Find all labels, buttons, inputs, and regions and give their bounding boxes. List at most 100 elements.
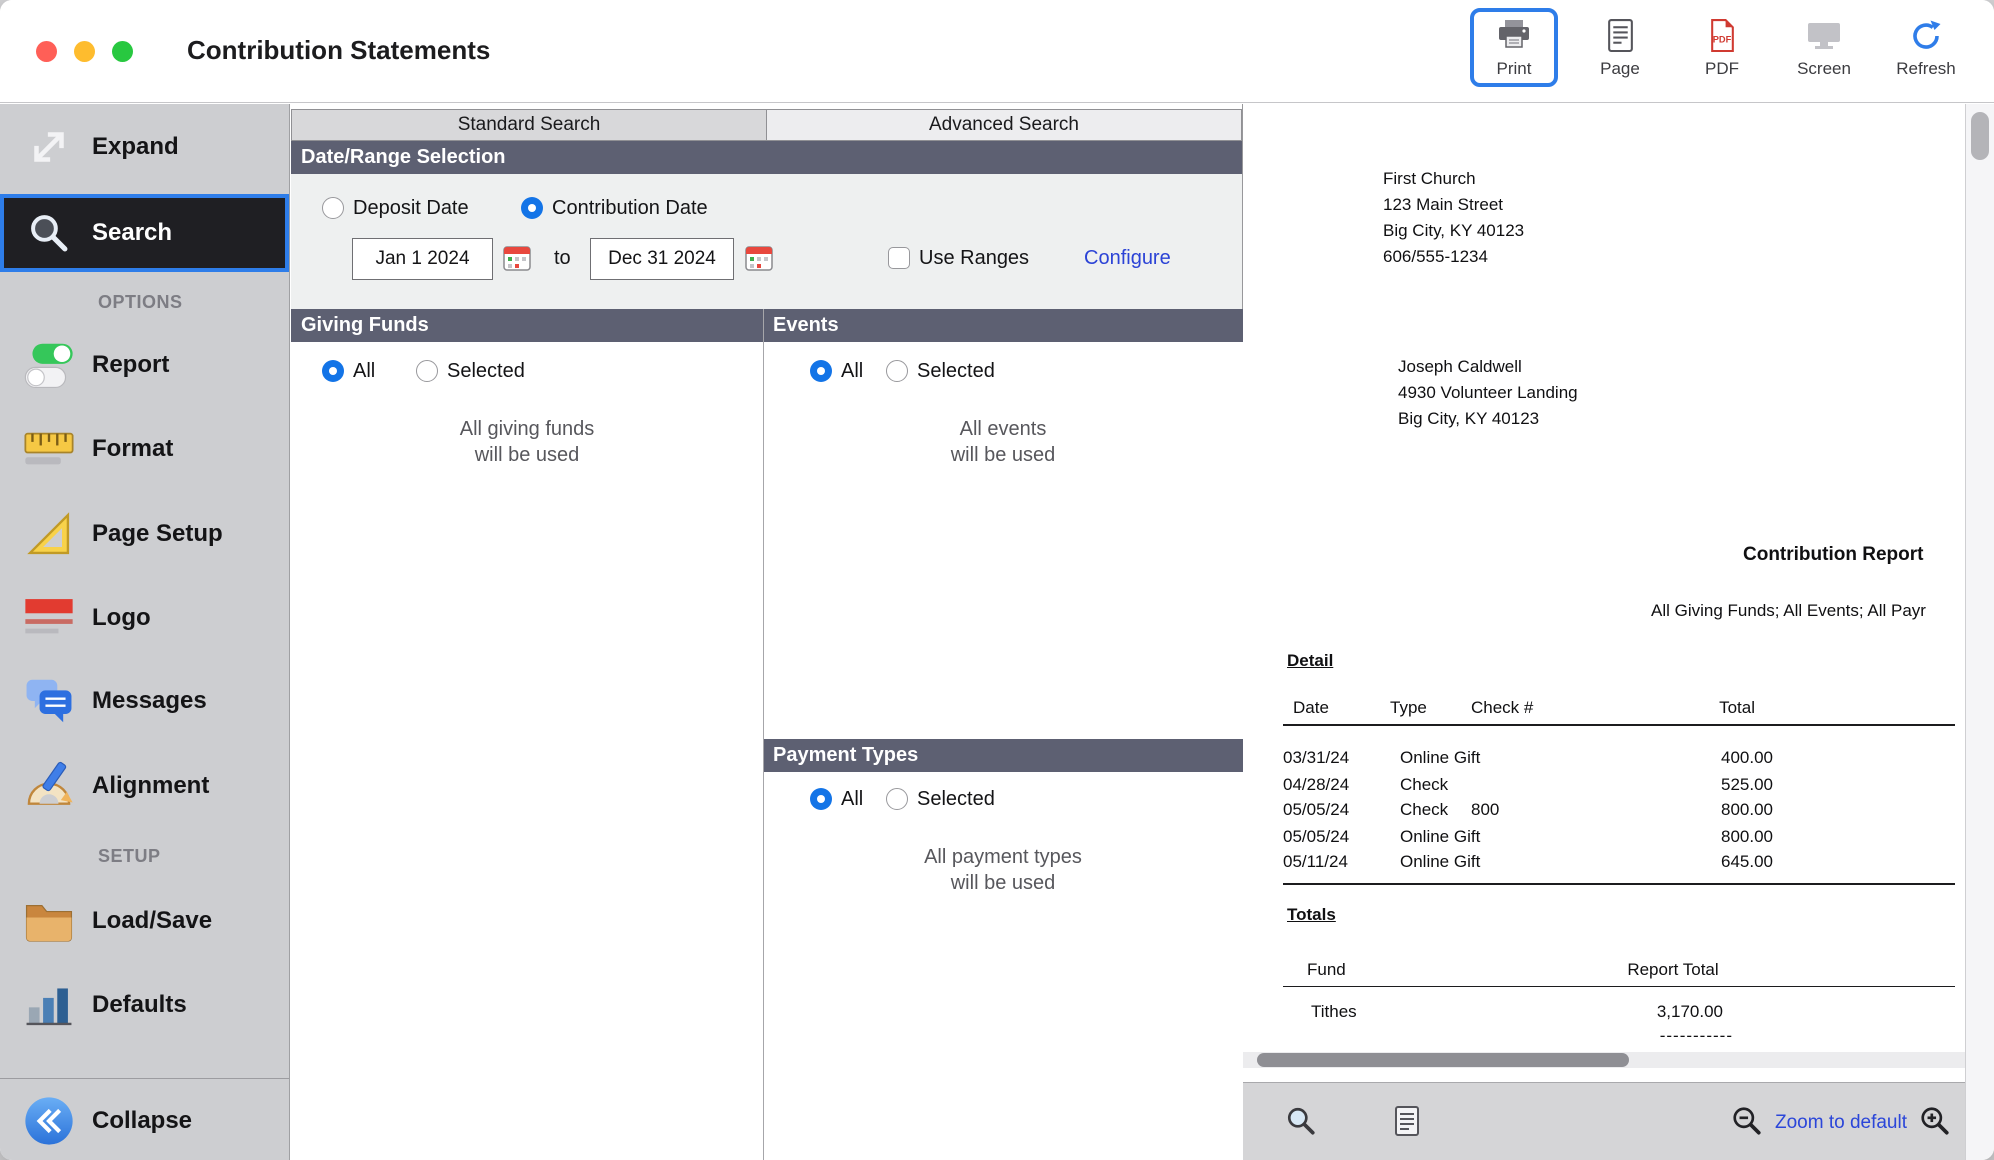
horizontal-scrollbar-thumb[interactable] bbox=[1257, 1053, 1629, 1067]
end-date-input[interactable] bbox=[590, 238, 734, 280]
col-report-total: Report Total bbox=[1543, 960, 1803, 980]
payment-types-all-radio[interactable]: All bbox=[810, 787, 863, 811]
payment-types-header: Payment Types bbox=[763, 739, 1243, 772]
vertical-scrollbar[interactable] bbox=[1965, 104, 1994, 1160]
svg-text:PDF: PDF bbox=[1712, 34, 1731, 44]
detail-row: 05/05/24 Check 800 800.00 bbox=[1243, 800, 1965, 822]
sidebar-item-expand[interactable]: Expand bbox=[0, 112, 289, 182]
start-date-input[interactable] bbox=[352, 238, 493, 280]
refresh-button[interactable]: Refresh bbox=[1886, 8, 1966, 79]
col-type: Type bbox=[1390, 698, 1427, 718]
events-selected-radio[interactable]: Selected bbox=[886, 359, 995, 383]
configure-link[interactable]: Configure bbox=[1084, 247, 1171, 270]
dashes: ----------- bbox=[1573, 1026, 1733, 1046]
cell-total: 400.00 bbox=[1643, 748, 1773, 768]
col-date: Date bbox=[1293, 698, 1329, 718]
zoom-to-default-link[interactable]: Zoom to default bbox=[1775, 1112, 1907, 1134]
deposit-date-label: Deposit Date bbox=[353, 197, 469, 220]
sidebar-item-defaults[interactable]: Defaults bbox=[0, 970, 289, 1040]
print-button[interactable]: Print bbox=[1470, 8, 1558, 87]
totals-column-headers: Fund Report Total bbox=[1243, 960, 1965, 982]
zoom-window-button[interactable] bbox=[112, 41, 133, 62]
preview-search-button[interactable] bbox=[1285, 1105, 1317, 1140]
titlebar: Contribution Statements Print bbox=[0, 0, 1994, 103]
cell-date: 05/05/24 bbox=[1283, 800, 1349, 820]
pdf-button[interactable]: PDF PDF bbox=[1682, 8, 1762, 79]
recipient-address: Joseph Caldwell 4930 Volunteer Landing B… bbox=[1398, 354, 1578, 432]
detail-row: 03/31/24 Online Gift 400.00 bbox=[1243, 748, 1965, 770]
vertical-scrollbar-thumb[interactable] bbox=[1971, 112, 1989, 160]
close-button[interactable] bbox=[36, 41, 57, 62]
report-preview: First Church 123 Main Street Big City, K… bbox=[1243, 104, 1965, 1160]
text-page-icon bbox=[1393, 1105, 1421, 1137]
totals-separator: ----------- bbox=[1243, 1026, 1965, 1048]
zoom-out-button[interactable] bbox=[1731, 1105, 1763, 1140]
cell-type: Online Gift bbox=[1400, 827, 1480, 847]
page-setup-label: Page Setup bbox=[92, 520, 223, 548]
traffic-lights bbox=[36, 41, 133, 62]
giving-funds-selected-radio[interactable]: Selected bbox=[416, 359, 525, 383]
cell-type: Online Gift bbox=[1400, 748, 1480, 768]
to-label: to bbox=[554, 247, 571, 270]
defaults-label: Defaults bbox=[92, 991, 187, 1019]
cell-total: 800.00 bbox=[1643, 827, 1773, 847]
deposit-date-radio[interactable]: Deposit Date bbox=[322, 196, 469, 220]
detail-row: 05/05/24 Online Gift 800.00 bbox=[1243, 827, 1965, 849]
sidebar-item-search[interactable]: Search bbox=[0, 194, 289, 272]
zoom-in-button[interactable] bbox=[1919, 1105, 1951, 1140]
sidebar-item-alignment[interactable]: Alignment bbox=[0, 751, 289, 821]
radio-control bbox=[416, 360, 438, 382]
ruler-icon bbox=[20, 420, 78, 478]
tab-advanced-search[interactable]: Advanced Search bbox=[767, 109, 1242, 141]
rule bbox=[1283, 986, 1955, 987]
search-icon bbox=[20, 204, 78, 262]
events-note: All events will be used bbox=[763, 416, 1243, 468]
sidebar-item-messages[interactable]: Messages bbox=[0, 666, 289, 736]
start-date-calendar-button[interactable] bbox=[500, 243, 534, 275]
toggles-icon bbox=[20, 336, 78, 394]
screen-button[interactable]: Screen bbox=[1784, 8, 1864, 79]
use-ranges-label: Use Ranges bbox=[919, 247, 1029, 270]
messages-label: Messages bbox=[92, 687, 207, 715]
sidebar-item-collapse[interactable]: Collapse bbox=[0, 1086, 289, 1156]
collapse-icon bbox=[20, 1092, 78, 1150]
sidebar-item-page-setup[interactable]: Page Setup bbox=[0, 499, 289, 569]
format-label: Format bbox=[92, 435, 173, 463]
cell-date: 04/28/24 bbox=[1283, 775, 1349, 795]
all-label: All bbox=[841, 360, 863, 383]
radio-control bbox=[521, 197, 543, 219]
print-label: Print bbox=[1497, 59, 1532, 79]
screen-icon bbox=[1806, 16, 1842, 54]
cell-total: 3,170.00 bbox=[1573, 1002, 1723, 1022]
contribution-date-radio[interactable]: Contribution Date bbox=[521, 196, 708, 220]
pdf-label: PDF bbox=[1705, 59, 1739, 79]
tab-standard-search[interactable]: Standard Search bbox=[291, 109, 767, 141]
tab-bar: Standard Search Advanced Search bbox=[291, 109, 1242, 141]
col-fund: Fund bbox=[1307, 960, 1346, 980]
page-button[interactable]: Page bbox=[1580, 8, 1660, 79]
sidebar-item-load-save[interactable]: Load/Save bbox=[0, 886, 289, 956]
protractor-icon bbox=[20, 757, 78, 815]
events-all-radio[interactable]: All bbox=[810, 359, 863, 383]
selected-label: Selected bbox=[917, 788, 995, 811]
preview-text-view-button[interactable] bbox=[1393, 1105, 1421, 1140]
cell-date: 03/31/24 bbox=[1283, 748, 1349, 768]
all-label: All bbox=[841, 788, 863, 811]
refresh-label: Refresh bbox=[1896, 59, 1956, 79]
horizontal-scrollbar[interactable] bbox=[1243, 1052, 1965, 1068]
minimize-button[interactable] bbox=[74, 41, 95, 62]
report-label: Report bbox=[92, 351, 169, 379]
date-range-content: Deposit Date Contribution Date to bbox=[291, 174, 1242, 309]
radio-control bbox=[886, 788, 908, 810]
end-date-calendar-button[interactable] bbox=[742, 243, 776, 275]
cell-date: 05/11/24 bbox=[1283, 852, 1348, 872]
giving-funds-all-radio[interactable]: All bbox=[322, 359, 375, 383]
sidebar-item-format[interactable]: Format bbox=[0, 414, 289, 484]
sidebar-item-report[interactable]: Report bbox=[0, 330, 289, 400]
use-ranges-checkbox[interactable]: Use Ranges bbox=[888, 246, 1029, 270]
sidebar-item-logo[interactable]: Logo bbox=[0, 583, 289, 653]
page-title: Contribution Statements bbox=[187, 35, 490, 66]
events-header: Events bbox=[763, 309, 1243, 342]
payment-types-selected-radio[interactable]: Selected bbox=[886, 787, 995, 811]
zoom-in-icon bbox=[1919, 1105, 1951, 1137]
